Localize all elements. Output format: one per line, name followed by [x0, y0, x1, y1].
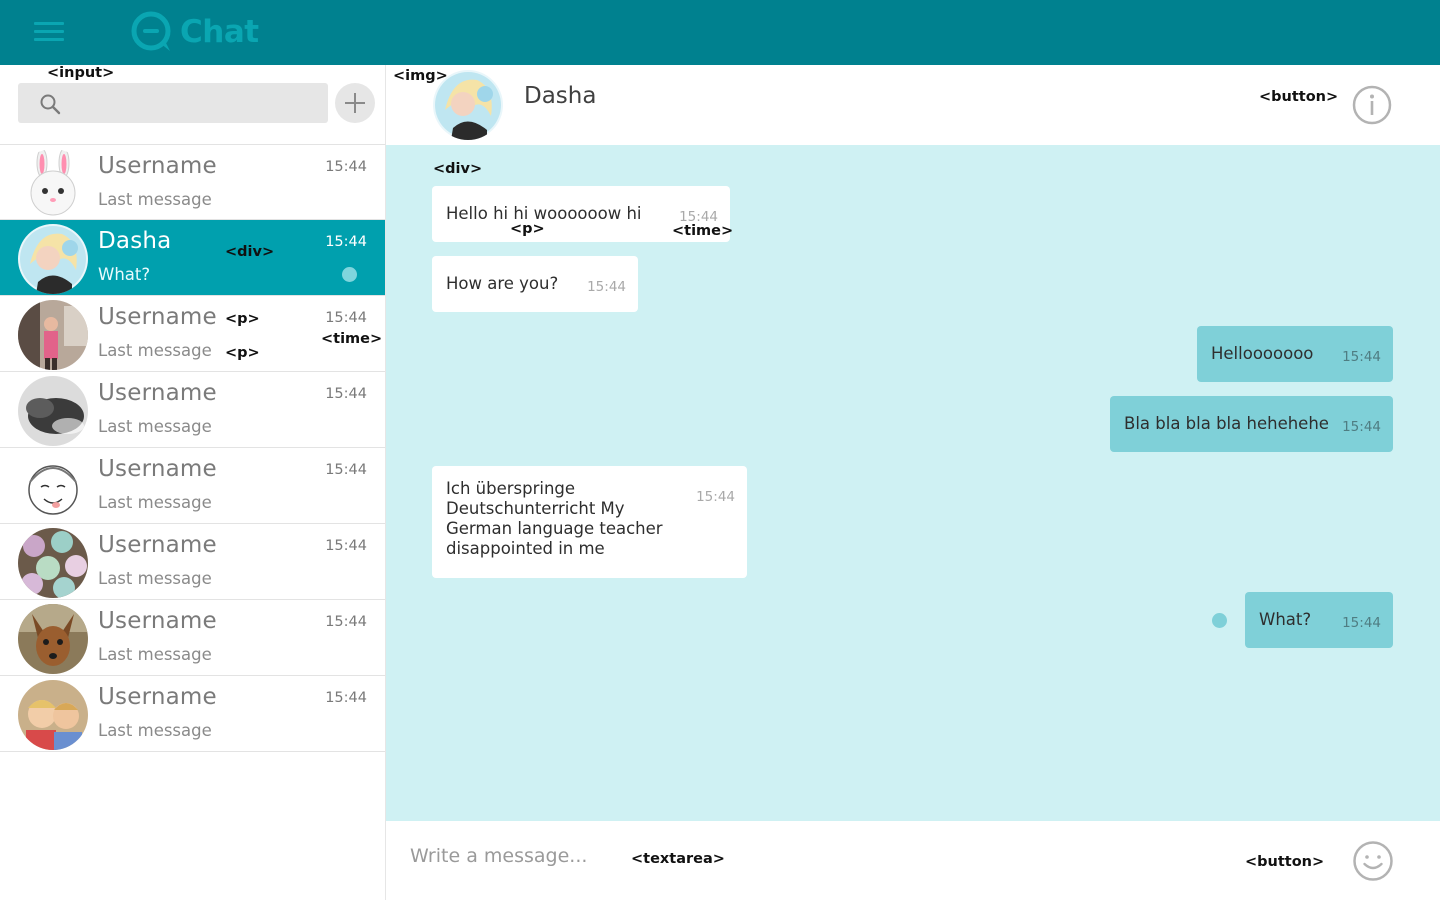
- chat-app: Chat Username Last message 15:44 Dasha What?…: [0, 0, 1440, 900]
- annotation-tag: <button>: [1245, 854, 1325, 870]
- message-text: Bla bla bla bla hehehehe: [1124, 414, 1329, 433]
- message-time: 15:44: [1342, 419, 1381, 435]
- chat-name: Dasha: [98, 228, 172, 254]
- message-bubble: Hellooooooo 15:44: [1197, 326, 1393, 382]
- message-line: Deutschunterricht My: [446, 499, 625, 518]
- avatar: [18, 224, 88, 294]
- chat-name: Username: [98, 380, 217, 406]
- message-bubble: Ich überspringe Deutschunterricht My Ger…: [432, 466, 747, 578]
- search-icon: [40, 94, 61, 115]
- avatar: [18, 452, 88, 522]
- chat-bubble-icon: [131, 11, 171, 51]
- app-title: Chat: [180, 14, 259, 50]
- chat-last-message: What?: [98, 265, 151, 284]
- annotation-tag: <textarea>: [631, 851, 725, 867]
- message-line: Ich überspringe: [446, 479, 576, 498]
- chat-time: 15:44: [325, 614, 367, 630]
- top-bar: Chat: [0, 0, 1440, 65]
- conversation-header: Dasha: [386, 65, 1440, 145]
- message-status-dot: [1212, 613, 1227, 628]
- annotation-tag: <p>: [225, 345, 260, 361]
- message-area: Hello hi hi woooooow hi 15:44 How are yo…: [386, 145, 1440, 821]
- chat-time: 15:44: [325, 310, 367, 326]
- app-logo: Chat: [130, 11, 259, 53]
- message-bubble: Bla bla bla bla hehehehe 15:44: [1110, 396, 1393, 452]
- chat-last-message: Last message: [98, 569, 212, 588]
- menu-button[interactable]: [34, 22, 64, 42]
- smiley-icon: [1353, 841, 1393, 881]
- chat-name: Username: [98, 532, 217, 558]
- hamburger-icon: [34, 22, 64, 25]
- chat-time: 15:44: [325, 538, 367, 554]
- chat-last-message: Last message: [98, 341, 212, 360]
- annotation-tag: <p>: [225, 311, 260, 327]
- chat-last-message: Last message: [98, 190, 212, 209]
- chat-time: 15:44: [325, 159, 367, 175]
- chat-name: Username: [98, 608, 217, 634]
- chat-last-message: Last message: [98, 493, 212, 512]
- chat-time: 15:44: [325, 462, 367, 478]
- add-chat-button[interactable]: [335, 83, 375, 123]
- message-time: 15:44: [1342, 615, 1381, 631]
- annotation-tag: <time>: [672, 223, 734, 239]
- chat-list-item[interactable]: Username Last message 15:44: [0, 448, 385, 524]
- message-input[interactable]: [410, 839, 1230, 881]
- message-text: How are you?: [446, 274, 559, 293]
- message-time: 15:44: [1342, 349, 1381, 365]
- message-line: disappointed in me: [446, 539, 605, 558]
- avatar: [18, 680, 88, 750]
- chat-list-item[interactable]: Dasha What? 15:44: [0, 220, 385, 296]
- annotation-tag: <button>: [1259, 89, 1339, 105]
- sidebar: Username Last message 15:44 Dasha What? 15:44…: [0, 65, 386, 900]
- chat-name: Username: [98, 456, 217, 482]
- chat-name: Username: [98, 304, 217, 330]
- annotation-tag: <img>: [393, 68, 448, 84]
- search-input[interactable]: [70, 83, 320, 123]
- chat-list-item[interactable]: Username Last message 15:44: [0, 372, 385, 448]
- message-time: 15:44: [696, 489, 735, 505]
- chat-last-message: Last message: [98, 721, 212, 740]
- chat-time: 15:44: [325, 690, 367, 706]
- message-bubble: What? 15:44: [1245, 592, 1393, 648]
- chat-list-item[interactable]: Username Last message 15:44: [0, 144, 385, 220]
- chat-list-item[interactable]: Username Last message 15:44: [0, 676, 385, 752]
- avatar: [18, 528, 88, 598]
- conversation-name: Dasha: [524, 83, 597, 109]
- hamburger-icon-line: [34, 30, 64, 33]
- avatar: [18, 376, 88, 446]
- avatar: [18, 604, 88, 674]
- chat-last-message: Last message: [98, 417, 212, 436]
- chat-time: 15:44: [325, 386, 367, 402]
- annotation-tag: <div>: [433, 161, 483, 177]
- chat-name: Username: [98, 684, 217, 710]
- message-bubble: How are you? 15:44: [432, 256, 638, 312]
- message-line: German language teacher: [446, 519, 663, 538]
- chat-time: 15:44: [325, 234, 367, 250]
- annotation-tag: <input>: [47, 65, 115, 81]
- emoji-button[interactable]: [1352, 840, 1394, 882]
- chat-list-item[interactable]: Username Last message 15:44: [0, 600, 385, 676]
- annotation-tag: <p>: [510, 221, 545, 237]
- annotation-tag: <div>: [225, 244, 275, 260]
- info-button[interactable]: [1352, 85, 1392, 125]
- info-icon: [1352, 85, 1392, 125]
- chat-list: Username Last message 15:44 Dasha What? 15:44…: [0, 144, 385, 752]
- search-box[interactable]: [18, 83, 328, 123]
- message-text: Ich überspringe Deutschunterricht My Ger…: [446, 479, 663, 559]
- hamburger-icon-line: [34, 38, 64, 41]
- message-time: 15:44: [587, 279, 626, 295]
- chat-list-item[interactable]: Username Last message 15:44: [0, 524, 385, 600]
- chat-last-message: Last message: [98, 645, 212, 664]
- avatar: [18, 300, 88, 370]
- message-text: What?: [1259, 610, 1312, 629]
- unread-indicator: [342, 267, 357, 282]
- chat-name: Username: [98, 153, 217, 179]
- avatar: [18, 149, 88, 219]
- plus-icon: [345, 93, 365, 113]
- annotation-tag: <time>: [321, 331, 383, 347]
- message-text: Hellooooooo: [1211, 344, 1314, 363]
